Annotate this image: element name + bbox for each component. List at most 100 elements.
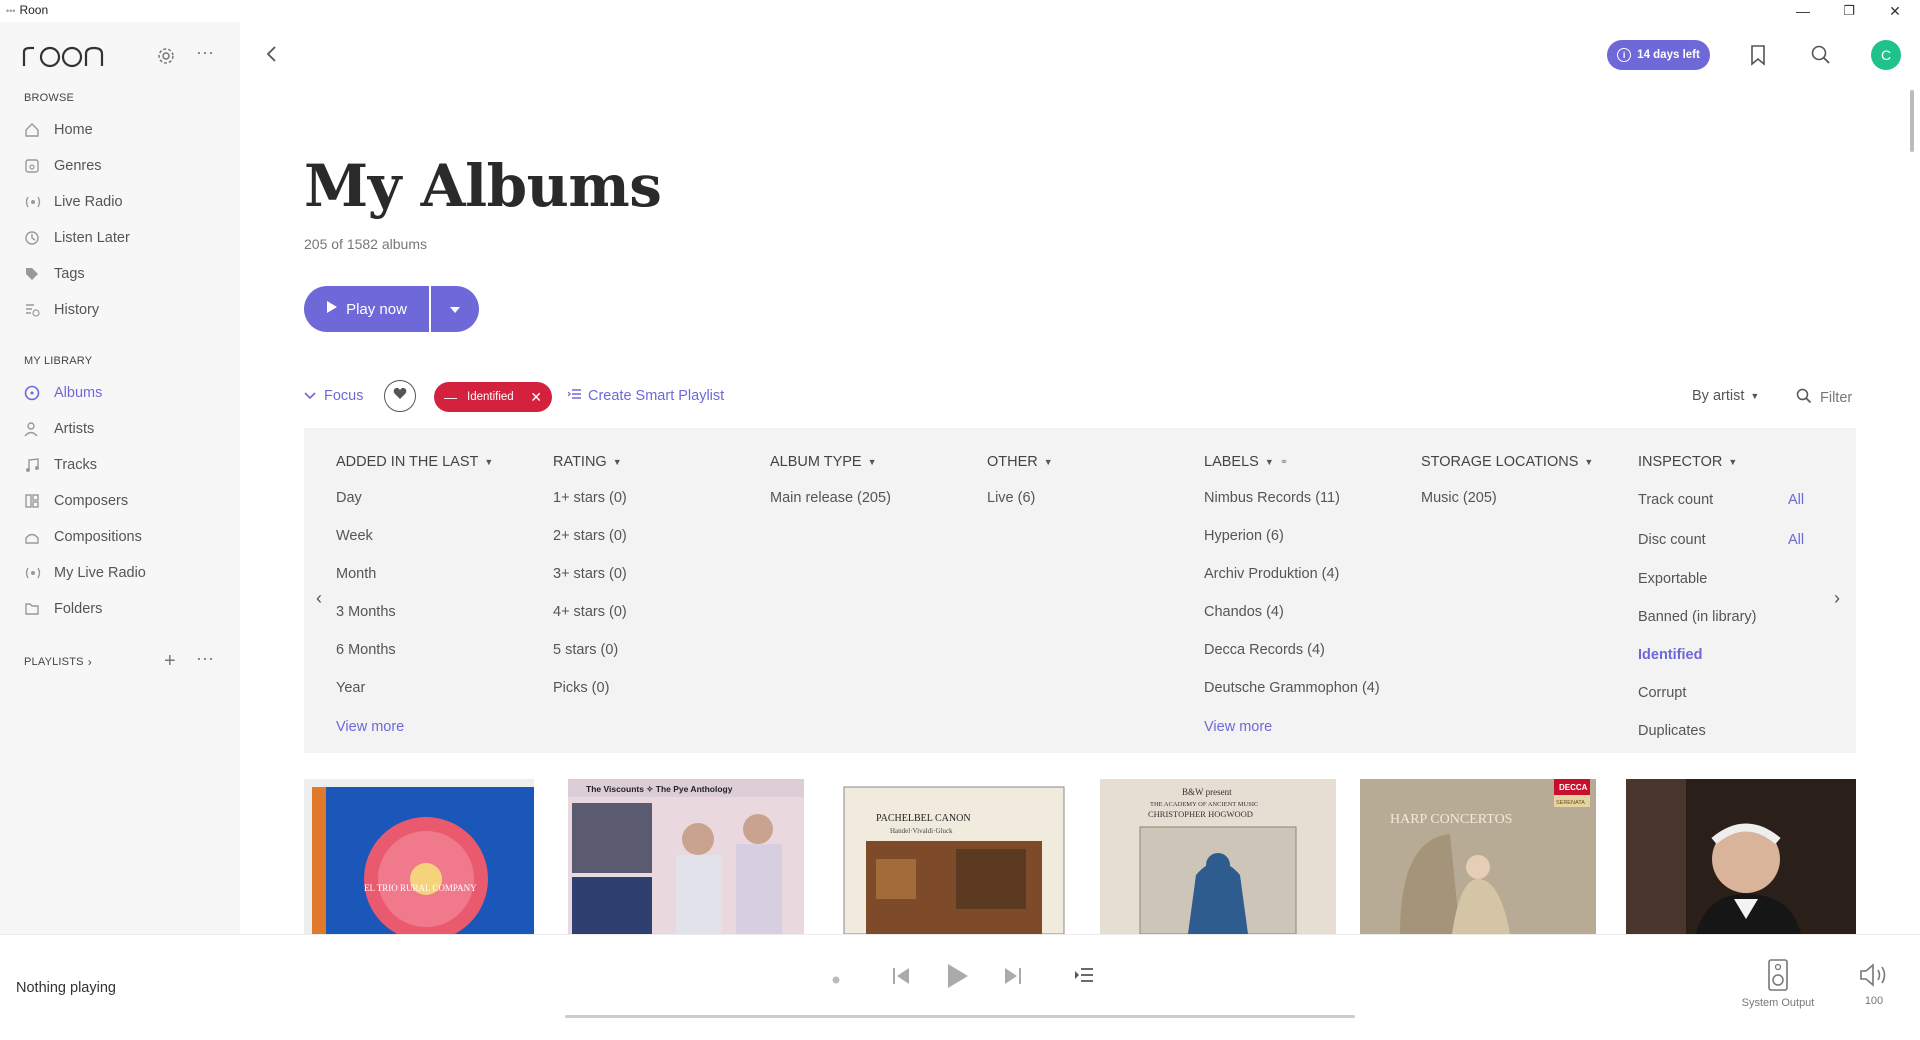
sidebar-item-history[interactable]: History	[24, 295, 224, 325]
playlist-more-icon[interactable]: ···	[196, 648, 220, 672]
all-link[interactable]: All	[1788, 532, 1804, 548]
focus-option[interactable]: 6 Months	[336, 642, 396, 658]
sidebar-item-albums[interactable]: Albums	[24, 378, 224, 408]
focus-option[interactable]: Corrupt	[1638, 685, 1686, 701]
search-icon[interactable]	[1810, 44, 1834, 68]
column-header[interactable]: ADDED IN THE LAST ▼	[336, 454, 493, 470]
focus-option[interactable]: Music (205)	[1421, 490, 1497, 506]
play-options-dropdown[interactable]	[431, 286, 479, 332]
add-playlist-icon[interactable]: +	[164, 650, 188, 674]
column-header[interactable]: STORAGE LOCATIONS ▼	[1421, 454, 1593, 470]
identified-filter-chip[interactable]: — Identified ✕	[434, 382, 552, 412]
serenata-badge: SERENATA	[1556, 800, 1585, 806]
focus-option[interactable]: Day	[336, 490, 362, 506]
trial-badge[interactable]: i 14 days left	[1607, 40, 1710, 70]
playlists-section-title[interactable]: PLAYLISTS ›	[24, 655, 92, 669]
focus-option[interactable]: 2+ stars (0)	[553, 528, 627, 544]
focus-option[interactable]: Disc count	[1638, 532, 1706, 548]
focus-option[interactable]: 5 stars (0)	[553, 642, 618, 658]
focus-option[interactable]: Week	[336, 528, 373, 544]
settings-gear-icon[interactable]	[156, 46, 180, 70]
sidebar-item-folders[interactable]: Folders	[24, 594, 224, 624]
avatar[interactable]: C	[1871, 40, 1901, 70]
previous-track-icon[interactable]	[892, 966, 910, 991]
focus-toggle[interactable]: Focus	[304, 388, 364, 404]
focus-option[interactable]: Hyperion (6)	[1204, 528, 1284, 544]
focus-option[interactable]: 4+ stars (0)	[553, 604, 627, 620]
focus-option[interactable]: 3+ stars (0)	[553, 566, 627, 582]
play-now-button[interactable]: Play now	[304, 286, 429, 332]
sidebar-item-tags[interactable]: Tags	[24, 259, 224, 289]
focus-option[interactable]: Month	[336, 566, 376, 582]
shuffle-dot-icon[interactable]	[831, 972, 841, 990]
focus-option[interactable]: 1+ stars (0)	[553, 490, 627, 506]
close-button[interactable]: ✕	[1872, 0, 1918, 22]
focus-option[interactable]: Chandos (4)	[1204, 604, 1284, 620]
album-card[interactable]: PACHELBEL CANON Handel·Vivaldi·Gluck	[836, 779, 1072, 934]
sidebar-item-artists[interactable]: Artists	[24, 414, 224, 444]
restore-button[interactable]: ❐	[1826, 0, 1872, 22]
play-icon	[326, 300, 338, 318]
remove-chip-icon[interactable]: ✕	[530, 389, 542, 406]
next-track-icon[interactable]	[1004, 966, 1022, 991]
album-card[interactable]: DECCA SERENATA HARP CONCERTOS	[1360, 779, 1596, 934]
main-content: i 14 days left C My Albums 205 of 1582 a…	[240, 22, 1920, 934]
favorite-filter-button[interactable]	[384, 380, 416, 412]
view-more-link[interactable]: View more	[1204, 719, 1272, 735]
focus-option[interactable]: Archiv Produktion (4)	[1204, 566, 1339, 582]
focus-option[interactable]: Year	[336, 680, 365, 696]
column-header[interactable]: OTHER ▼	[987, 454, 1053, 470]
chevron-down-icon	[304, 388, 316, 404]
sidebar-item-compositions[interactable]: Compositions	[24, 522, 224, 552]
focus-option[interactable]: Exportable	[1638, 571, 1707, 587]
album-card[interactable]: B&W present THE ACADEMY OF ANCIENT MUSIC…	[1100, 779, 1336, 934]
radio-icon	[24, 565, 54, 581]
minimize-button[interactable]: —	[1780, 0, 1826, 22]
panel-prev-icon[interactable]: ‹	[316, 588, 322, 609]
focus-option[interactable]: Live (6)	[987, 490, 1035, 506]
scrollbar[interactable]	[1910, 90, 1914, 152]
sidebar-item-tracks[interactable]: Tracks	[24, 450, 224, 480]
create-smart-playlist-link[interactable]: Create Smart Playlist	[567, 388, 724, 404]
focus-option[interactable]: Duplicates	[1638, 723, 1706, 739]
column-header[interactable]: ALBUM TYPE ▼	[770, 454, 877, 470]
sort-dropdown[interactable]: By artist ▼	[1692, 388, 1759, 404]
sidebar-item-live-radio[interactable]: Live Radio	[24, 187, 224, 217]
bookmark-icon[interactable]	[1748, 44, 1772, 68]
music-note-icon	[24, 457, 54, 473]
home-icon	[24, 122, 54, 138]
sidebar-item-genres[interactable]: Genres	[24, 151, 224, 181]
sidebar-item-composers[interactable]: Composers	[24, 486, 224, 516]
focus-option[interactable]: Decca Records (4)	[1204, 642, 1325, 658]
volume-button[interactable]: 100	[1850, 959, 1898, 1007]
view-more-link[interactable]: View more	[336, 719, 404, 735]
album-card[interactable]: EL TRIO RURAL COMPANY	[304, 779, 534, 934]
focus-option[interactable]: Deutsche Grammophon (4)	[1204, 680, 1380, 696]
album-cover-subtext: THE ACADEMY OF ANCIENT MUSIC	[1150, 801, 1258, 808]
panel-next-icon[interactable]: ›	[1834, 588, 1840, 609]
focus-option-selected[interactable]: Identified	[1638, 647, 1702, 663]
play-icon[interactable]	[946, 962, 970, 995]
focus-option[interactable]: Picks (0)	[553, 680, 609, 696]
sidebar-item-my-live-radio[interactable]: My Live Radio	[24, 558, 224, 588]
sidebar-item-home[interactable]: Home	[24, 115, 224, 145]
focus-option[interactable]: Track count	[1638, 492, 1713, 508]
focus-option[interactable]: 3 Months	[336, 604, 396, 620]
seek-bar[interactable]	[565, 1015, 1355, 1018]
sidebar-item-listen-later[interactable]: Listen Later	[24, 223, 224, 253]
focus-option[interactable]: Nimbus Records (11)	[1204, 490, 1340, 506]
focus-option[interactable]: Banned (in library)	[1638, 609, 1756, 625]
back-arrow-icon[interactable]	[262, 44, 286, 68]
info-icon: i	[1617, 48, 1632, 62]
queue-icon[interactable]	[1074, 967, 1094, 988]
album-card[interactable]	[1626, 779, 1856, 934]
output-zone-button[interactable]: System Output	[1728, 959, 1828, 1009]
more-options-icon[interactable]: ···	[196, 42, 220, 66]
album-card[interactable]: The Viscounts ✧ The Pye Anthology	[568, 779, 804, 934]
focus-option[interactable]: Main release (205)	[770, 490, 891, 506]
column-header[interactable]: RATING ▼	[553, 454, 622, 470]
all-link[interactable]: All	[1788, 492, 1804, 508]
filter-button[interactable]: Filter	[1796, 388, 1852, 408]
column-header[interactable]: INSPECTOR ▼	[1638, 454, 1737, 470]
column-header[interactable]: LABELS ▼ ⚭	[1204, 454, 1288, 470]
